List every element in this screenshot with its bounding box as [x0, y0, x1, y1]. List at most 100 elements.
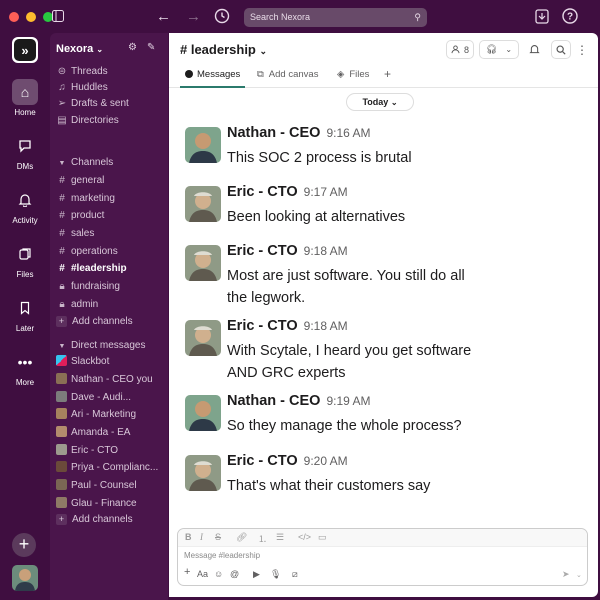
channel-tabs: Messages ⧉ Add canvas ◈ Files + [169, 66, 598, 88]
sidebar-item-marketing[interactable]: # marketing [56, 190, 166, 207]
tab-messages[interactable]: Messages [185, 69, 240, 80]
dm-item-priya[interactable]: Priya - Complianc... [56, 459, 166, 476]
compose-icon[interactable]: ✎ [147, 42, 155, 53]
text-format-icon[interactable]: Aa [197, 569, 208, 579]
rail-add-button[interactable]: + [12, 533, 36, 557]
message-time[interactable]: 9:16 AM [326, 126, 370, 140]
message-author[interactable]: Eric - CTO 9:18 AM [227, 243, 348, 259]
channels-section-header[interactable]: ▼ Channels [56, 154, 166, 171]
send-icon[interactable]: ➤ [562, 569, 570, 580]
dm-item-slackbot[interactable]: Slackbot [56, 353, 166, 370]
forward-arrow-icon[interactable]: → [186, 9, 201, 24]
dm-item-ari[interactable]: Ari - Marketing [56, 406, 166, 423]
avatar[interactable] [185, 245, 221, 281]
back-arrow-icon[interactable]: ← [156, 9, 171, 24]
italic-icon[interactable]: I [200, 532, 203, 542]
shortcuts-icon[interactable]: ⧄ [292, 569, 298, 580]
notifications-button[interactable] [524, 40, 544, 59]
code-block-icon[interactable]: ▭ [318, 532, 327, 543]
sidebar-toggle-icon[interactable] [52, 10, 64, 26]
avatar[interactable] [185, 320, 221, 356]
bullet-list-icon[interactable]: ☰ [276, 532, 284, 543]
search-input[interactable]: Search Nexora ⚲ [244, 8, 427, 27]
ordered-list-icon[interactable]: ⒈ [258, 532, 267, 545]
message-author[interactable]: Eric - CTO 9:18 AM [227, 318, 348, 334]
attach-plus-icon[interactable]: + [184, 566, 190, 578]
microphone-icon[interactable]: 🎙︎ [270, 569, 281, 580]
message-input[interactable]: Message #leadership [184, 551, 260, 560]
history-clock-icon[interactable] [214, 8, 230, 27]
sidebar-item-fundraising[interactable]: 🔒︎ fundraising [56, 278, 166, 295]
channel-search-button[interactable] [551, 40, 571, 59]
sidebar-item-directories[interactable]: ▤ Directories [56, 112, 166, 129]
rail-item-more[interactable]: ••• More [0, 349, 50, 387]
avatar[interactable] [185, 127, 221, 163]
message-time[interactable]: 9:20 AM [304, 454, 348, 468]
members-button[interactable]: 8 [446, 40, 474, 59]
rail-item-dms[interactable]: DMs [0, 133, 50, 171]
message-author[interactable]: Eric - CTO 9:20 AM [227, 453, 348, 469]
rail-item-home[interactable]: ⌂ Home [0, 79, 50, 117]
sidebar-item-huddles[interactable]: ♫ Huddles [56, 79, 166, 96]
channel-title[interactable]: # leadership ⌄ [180, 42, 267, 57]
emoji-icon[interactable]: ☺ [214, 569, 223, 579]
link-icon[interactable]: 🔗︎ [236, 532, 247, 543]
strikethrough-icon[interactable]: S [215, 532, 221, 542]
sidebar-item-admin[interactable]: 🔒︎ admin [56, 296, 166, 313]
layers-icon: ◈ [337, 69, 345, 80]
close-window-button[interactable] [9, 12, 19, 22]
dm-item-paul[interactable]: Paul - Counsel [56, 477, 166, 494]
sidebar-item-product[interactable]: # product [56, 207, 166, 224]
message-composer: B I S 🔗︎ ⒈ ☰ </> ▭ Message #leadership +… [177, 528, 588, 586]
bold-icon[interactable]: B [185, 532, 192, 542]
minimize-window-button[interactable] [26, 12, 36, 22]
user-avatar[interactable] [12, 565, 38, 591]
code-icon[interactable]: </> [298, 532, 311, 542]
add-tab-button[interactable]: + [384, 67, 391, 81]
dm-item-dave[interactable]: Dave - Audi... [56, 389, 166, 406]
sidebar-item-threads[interactable]: ⊜ Threads [56, 63, 166, 80]
video-icon[interactable]: ▶ [253, 569, 260, 580]
rail-item-later[interactable]: Later [0, 295, 50, 333]
avatar[interactable] [185, 395, 221, 431]
message-author[interactable]: Nathan - CEO 9:16 AM [227, 125, 370, 141]
workspace-name[interactable]: Nexora ⌄ [56, 43, 103, 55]
sidebar-item-general[interactable]: # general [56, 172, 166, 189]
tab-files[interactable]: ◈ Files [337, 69, 369, 80]
bell-icon [12, 187, 38, 213]
day-divider-button[interactable]: Today ⌄ [346, 93, 414, 111]
huddle-button[interactable]: 🎧︎ ⌄ [479, 40, 519, 59]
rail-item-files[interactable]: Files [0, 241, 50, 279]
message-author[interactable]: Nathan - CEO 9:19 AM [227, 393, 370, 409]
message-time[interactable]: 9:18 AM [304, 244, 348, 258]
message-time[interactable]: 9:19 AM [326, 394, 370, 408]
message-text: That's what their customers say [227, 478, 431, 494]
avatar[interactable] [185, 455, 221, 491]
mention-icon[interactable]: @ [230, 569, 239, 579]
message-time[interactable]: 9:18 AM [304, 319, 348, 333]
settings-icon[interactable]: ⚙ [128, 42, 137, 53]
add-channels-button-2[interactable]: + Add channels [56, 511, 166, 528]
sidebar-item-leadership[interactable]: # #leadership [56, 260, 166, 277]
sidebar-item-label: sales [71, 228, 95, 239]
workspace-logo[interactable]: » [12, 37, 38, 63]
dm-item-amanda[interactable]: Amanda - EA [56, 424, 166, 441]
dm-item-glau[interactable]: Glau - Finance [56, 495, 166, 512]
message-author[interactable]: Eric - CTO 9:17 AM [227, 184, 348, 200]
dm-label: Priya - Complianc... [71, 462, 159, 473]
rail-item-activity[interactable]: Activity [0, 187, 50, 225]
sidebar-item-operations[interactable]: # operations [56, 243, 166, 260]
sidebar-item-drafts[interactable]: ➢ Drafts & sent [56, 95, 166, 112]
dm-item-nathan[interactable]: Nathan - CEO you [56, 371, 166, 388]
dm-section-header[interactable]: ▼ Direct messages [56, 337, 166, 354]
add-channels-button[interactable]: + Add channels [56, 313, 166, 330]
canvas-icon[interactable] [535, 8, 549, 27]
help-icon[interactable]: ? [562, 8, 578, 27]
tab-add-canvas[interactable]: ⧉ Add canvas [257, 69, 318, 80]
dm-item-eric[interactable]: Eric - CTO [56, 442, 166, 459]
avatar[interactable] [185, 186, 221, 222]
sidebar-item-sales[interactable]: # sales [56, 225, 166, 242]
kebab-menu-icon[interactable]: ⋮ [575, 40, 589, 59]
chevron-down-icon[interactable]: ⌄ [576, 571, 582, 579]
message-time[interactable]: 9:17 AM [304, 185, 348, 199]
